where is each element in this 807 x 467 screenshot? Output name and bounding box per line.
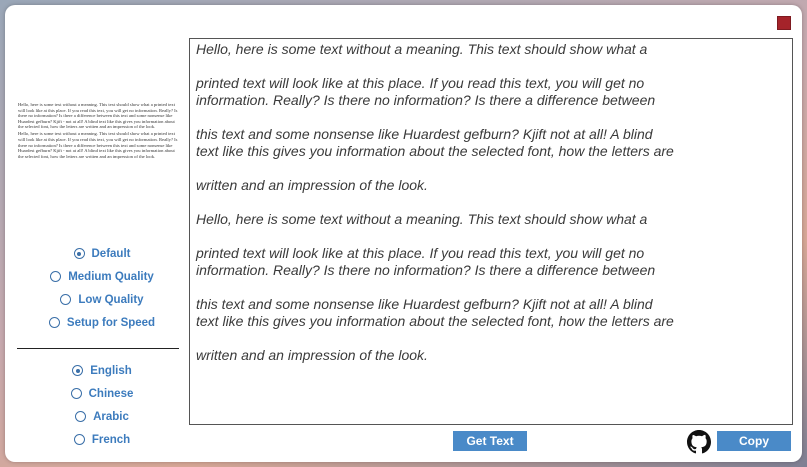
text-line: [196, 58, 786, 75]
text-line: Hello, here is some text without a meani…: [196, 41, 648, 57]
language-radio-group: English Chinese Arabic French: [17, 359, 187, 451]
preview-paragraph: Hello, here is some text without a meani…: [18, 131, 178, 159]
radio-button[interactable]: [60, 294, 72, 305]
radio-label: Low Quality: [78, 293, 144, 306]
preview-paragraph: Hello, here is some text without a meani…: [18, 102, 178, 130]
text-line: [196, 194, 786, 211]
radio-label: Default: [91, 247, 131, 260]
text-line: [196, 228, 786, 245]
radio-button[interactable]: [73, 248, 85, 259]
text-line: [196, 330, 786, 347]
radio-label: Chinese: [88, 387, 134, 400]
radio-label: Arabic: [93, 410, 129, 423]
text-line: printed text will look like at this plac…: [196, 75, 645, 91]
text-line: [196, 279, 786, 296]
radio-label: Setup for Speed: [66, 316, 156, 329]
text-line: printed text will look like at this plac…: [196, 245, 645, 261]
quality-option-default[interactable]: Default: [17, 242, 187, 265]
radio-button[interactable]: [73, 434, 85, 445]
radio-button[interactable]: [50, 271, 62, 282]
radio-label: Medium Quality: [68, 270, 154, 283]
text-line: written and an impression of the look.: [196, 347, 428, 363]
text-line: text like this gives you information abo…: [196, 143, 674, 159]
text-line: written and an impression of the look.: [196, 177, 428, 193]
radio-label: French: [91, 433, 131, 446]
radio-label: English: [90, 364, 132, 377]
quality-option-low[interactable]: Low Quality: [17, 288, 187, 311]
get-text-button[interactable]: Get Text: [453, 431, 527, 451]
text-line: information. Really? Is there no informa…: [196, 92, 656, 108]
text-line: [196, 160, 786, 177]
quality-option-speed[interactable]: Setup for Speed: [17, 311, 187, 334]
language-option-english[interactable]: English: [17, 359, 187, 382]
language-option-arabic[interactable]: Arabic: [17, 405, 187, 428]
radio-button[interactable]: [70, 388, 82, 399]
radio-button[interactable]: [75, 411, 87, 422]
quality-radio-group: Default Medium Quality Low Quality Setup…: [17, 242, 187, 334]
app-window: Hello, here is some text without a meani…: [5, 5, 802, 462]
copy-button[interactable]: Copy: [717, 431, 791, 451]
text-output-area[interactable]: Hello, here is some text without a meani…: [189, 38, 793, 425]
quality-option-medium[interactable]: Medium Quality: [17, 265, 187, 288]
radio-button[interactable]: [72, 365, 84, 376]
text-line: Hello, here is some text without a meani…: [196, 211, 648, 227]
font-preview-thumbnail: Hello, here is some text without a meani…: [18, 102, 180, 182]
text-line: this text and some nonsense like Huardes…: [196, 296, 653, 312]
text-line: text like this gives you information abo…: [196, 313, 674, 329]
language-option-french[interactable]: French: [17, 428, 187, 451]
language-option-chinese[interactable]: Chinese: [17, 382, 187, 405]
text-line: this text and some nonsense like Huardes…: [196, 126, 653, 142]
divider: [17, 348, 179, 349]
text-line: [196, 109, 786, 126]
close-button[interactable]: [777, 16, 791, 30]
radio-button[interactable]: [48, 317, 60, 328]
text-line: information. Really? Is there no informa…: [196, 262, 656, 278]
github-icon[interactable]: [687, 430, 711, 454]
